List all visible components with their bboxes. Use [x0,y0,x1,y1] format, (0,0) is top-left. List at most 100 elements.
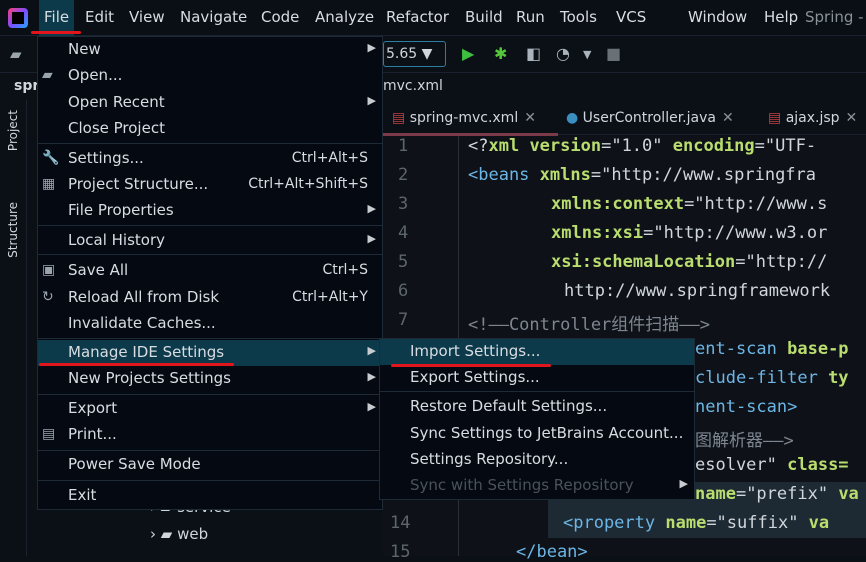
annotation-underline [391,364,551,367]
menu-item-new[interactable]: New ▶ [38,37,382,63]
menu-item-close-project[interactable]: Close Project [38,116,382,142]
code-line: http://www.springframework [564,281,830,301]
menu-item-label: Export Settings... [410,368,540,386]
submenu-arrow-icon: ▶ [367,202,376,215]
line-number: 15 [390,542,411,562]
menu-item-sync-settings-to-jetbrains-account[interactable]: Sync Settings to JetBrains Account... [380,421,694,447]
menu-item-import-settings[interactable]: Import Settings... [380,339,694,365]
tab-ajax-jsp[interactable]: ▤ ajax.jsp ✕ [768,110,857,126]
menu-item-label: New [68,40,101,58]
structure-tool-tab[interactable]: Structure [6,202,20,258]
code-token: name [665,513,707,533]
close-icon[interactable]: ✕ [846,110,858,126]
menu-item-exit[interactable]: Exit [38,483,382,509]
code-token: esolver" [695,455,788,475]
tab-spring-mvc-xml[interactable]: ▤ spring-mvc.xml ✕ [392,110,536,126]
close-icon[interactable]: ✕ [722,110,734,126]
submenu-arrow-icon: ▶ [367,344,376,357]
menu-edit[interactable]: Edit [85,8,114,26]
menu-item-reload-all-from-disk[interactable]: ↻ Reload All from Disk Ctrl+Alt+Y [38,285,382,311]
code-token: ="suffix" [706,513,809,533]
code-token: 图解析器——> [695,431,794,451]
project-structure-icon: ▦ [42,176,56,192]
menu-item-settings-repository[interactable]: Settings Repository... [380,447,694,473]
window-title: Spring - [805,8,864,26]
java-class-icon: ● [566,110,579,126]
close-icon[interactable]: ✕ [524,110,536,126]
menu-item-invalidate-caches[interactable]: Invalidate Caches... [38,311,382,337]
coverage-icon[interactable]: ◧ [526,44,541,63]
debug-icon[interactable]: ✱ [494,44,507,63]
code-token: va [838,484,859,504]
submenu-arrow-icon: ▶ [367,370,376,383]
run-icon[interactable]: ▶ [462,44,474,63]
menu-navigate[interactable]: Navigate [180,8,247,26]
menu-vcs[interactable]: VCS [616,8,646,26]
menu-refactor[interactable]: Refactor [386,8,449,26]
line-number: 5 [398,252,409,272]
menu-item-open[interactable]: ▰ Open... [38,63,382,89]
code-line: xmlns:context="http://www.s [551,194,827,214]
submenu-arrow-icon: ▶ [367,232,376,245]
code-token: <? [468,136,489,156]
line-number: 1 [398,136,409,156]
menu-item-label: Open... [68,66,123,84]
menu-tools[interactable]: Tools [560,8,597,26]
menu-item-label: Local History [68,231,166,249]
menu-analyze[interactable]: Analyze [315,8,374,26]
menu-item-export-settings[interactable]: Export Settings... [380,365,694,391]
menu-code[interactable]: Code [261,8,299,26]
tree-item-web[interactable]: › ▰ web [150,525,208,543]
line-number: 14 [390,513,411,533]
tab-user-controller[interactable]: ● UserController.java ✕ [566,110,734,126]
code-line: <?xml version="1.0" encoding="UTF- [468,136,816,156]
line-number: 7 [398,310,409,330]
menu-view[interactable]: View [129,8,165,26]
code-token: <!——Controller组件扫描——> [468,315,710,335]
code-token: ="UTF- [754,136,817,156]
code-token: xmlns:xsi [551,223,644,243]
shortcut-label: Ctrl+Alt+Shift+S [248,176,368,192]
menu-item-power-save-mode[interactable]: Power Save Mode [38,452,382,478]
menu-item-settings[interactable]: 🔧 Settings... Ctrl+Alt+S [38,146,382,172]
code-token: ="prefix" [735,484,839,504]
menu-item-file-properties[interactable]: File Properties ▶ [38,198,382,224]
project-name: spr [14,78,40,94]
chevron-down-icon[interactable]: ▼ [583,48,591,61]
wrench-icon: 🔧 [42,150,60,166]
menu-item-export[interactable]: Export ▶ [38,396,382,422]
project-tool-tab[interactable]: Project [6,110,20,151]
menu-item-new-projects-settings[interactable]: New Projects Settings ▶ [38,366,382,392]
code-token: xml [488,136,530,156]
menu-item-restore-default-settings[interactable]: Restore Default Settings... [380,394,694,420]
code-token: ="http://www.springfra [590,165,817,185]
menu-item-save-all[interactable]: ▣ Save All Ctrl+S [38,258,382,284]
menu-build[interactable]: Build [465,8,503,26]
menu-help[interactable]: Help [764,8,798,26]
tab-label: UserController.java [582,110,716,126]
menu-run[interactable]: Run [516,8,545,26]
profile-icon[interactable]: ◔ [556,44,570,63]
run-configuration-select[interactable]: 5.65 ▼ [383,41,446,67]
menu-item-local-history[interactable]: Local History ▶ [38,228,382,254]
menu-item-label: Save All [68,261,129,279]
code-line: xmlns:xsi="http://www.w3.or [551,223,827,243]
stop-icon[interactable]: ■ [606,44,621,63]
code-line: <property name="suffix" va [563,513,829,533]
shortcut-label: Ctrl+Alt+S [291,150,368,166]
menu-item-project-structure[interactable]: ▦ Project Structure... Ctrl+Alt+Shift+S [38,172,382,198]
folder-icon[interactable]: ▰ [10,45,22,63]
menu-item-open-recent[interactable]: Open Recent ▶ [38,90,382,116]
code-token: ="http:// [735,252,828,272]
code-token: xmlns:context [551,194,685,214]
menu-item-label: Invalidate Caches... [68,314,216,332]
breadcrumb[interactable]: mvc.xml [383,78,443,94]
left-tool-strip: Project Structure [0,100,27,556]
menu-separator [38,143,382,144]
menu-item-print[interactable]: ▤ Print... [38,422,382,448]
tab-label: ajax.jsp [785,110,840,126]
menu-separator [38,480,382,481]
menu-bar: File Edit View Navigate Code Analyze Refactor B… [0,0,866,36]
menu-item-label: Print... [68,425,117,443]
menu-window[interactable]: Window [688,8,747,26]
